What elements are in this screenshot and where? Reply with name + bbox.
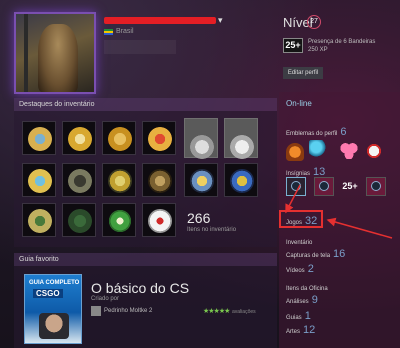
coin-icon [68, 209, 92, 233]
inventory-item[interactable] [142, 121, 176, 155]
guide-title[interactable]: O básico do CS [91, 280, 189, 296]
coin-icon [28, 169, 52, 193]
inventory-item[interactable] [142, 203, 176, 237]
coin-icon [148, 209, 172, 233]
coin-icon [28, 209, 52, 233]
profile-avatar[interactable] [14, 12, 96, 94]
featured-badge-xp: 250 XP [308, 47, 328, 53]
coin-icon [68, 127, 92, 151]
inventory-item-count[interactable]: 266 [187, 210, 210, 226]
stat-artwork[interactable]: Artes 12 [286, 324, 315, 336]
guide-thumb-line2: CSGO [33, 289, 63, 298]
inventory-item[interactable] [184, 163, 218, 197]
profile-country: Brasil [116, 28, 134, 35]
inventory-item[interactable] [102, 163, 136, 197]
inventory-item[interactable] [22, 163, 56, 197]
brazil-flag-icon [104, 29, 113, 35]
stat-inventory[interactable]: Inventário [286, 235, 315, 247]
avatar-figure [38, 24, 78, 92]
stat-games[interactable]: Jogos 32 [286, 215, 317, 227]
name-dropdown-icon[interactable]: ▾ [218, 15, 223, 26]
coin-icon [28, 127, 52, 151]
edit-profile-button[interactable]: Editar perfil [283, 67, 323, 79]
guide-thumbnail[interactable]: GUIA COMPLETO CSGO [24, 274, 82, 344]
inventory-item[interactable] [102, 203, 136, 237]
badge-chicken-icon[interactable] [365, 142, 383, 160]
game-tile-3[interactable] [366, 177, 386, 196]
coin-icon [148, 169, 172, 193]
badge-heart-icon[interactable] [340, 141, 358, 159]
inventory-showcase-header: Destaques do inventário [14, 98, 277, 111]
stat-reviews[interactable]: Análises 9 [286, 294, 318, 306]
avatar-pole [24, 14, 28, 92]
inventory-item-count-label: Itens no inventário [187, 227, 237, 233]
badge-summer-icon[interactable] [286, 143, 304, 161]
inventory-item[interactable] [22, 203, 56, 237]
level-badge[interactable]: 27 [307, 15, 321, 29]
guide-created-by: Criado por [91, 296, 120, 302]
coin-icon [108, 169, 132, 193]
game-tile-1[interactable] [286, 177, 306, 196]
stat-screenshots[interactable]: Capturas de tela 16 [286, 248, 345, 260]
inventory-item[interactable] [22, 121, 56, 155]
guide-author[interactable]: Pedrinho Moltke 2 [104, 308, 152, 314]
coin-icon [108, 209, 132, 233]
featured-badge-name: Presença de 6 Bandeiras [308, 39, 376, 45]
profile-summary [104, 40, 176, 54]
favorite-guide-header: Guia favorito [14, 253, 277, 266]
stat-profile-badges[interactable]: Emblemas do perfil 6 [286, 126, 346, 138]
game-xp-badge[interactable]: 25+ [340, 179, 360, 193]
inventory-item[interactable] [142, 163, 176, 197]
steam-icon [371, 181, 381, 191]
inventory-item[interactable] [224, 118, 258, 159]
stat-workshop-items[interactable]: Itens da Oficina [286, 281, 331, 293]
inventory-item[interactable] [102, 121, 136, 155]
guide-thumb-line1: GUIA COMPLETO [29, 280, 80, 286]
inventory-item[interactable] [224, 163, 258, 197]
guide-thumb-photo [39, 313, 69, 339]
rating-stars-icon: ★★★★★ [203, 308, 230, 315]
rating-label: avaliações [232, 309, 256, 315]
inventory-item[interactable] [62, 203, 96, 237]
steam-icon [291, 181, 301, 191]
profile-name-redacted [104, 17, 216, 24]
coin-icon [230, 135, 254, 159]
coin-icon [68, 169, 92, 193]
author-avatar-icon[interactable] [91, 306, 101, 316]
game-tile-2[interactable] [314, 177, 334, 196]
inventory-item[interactable] [62, 163, 96, 197]
steam-icon [319, 181, 329, 191]
coin-icon [190, 135, 214, 159]
inventory-item[interactable] [184, 118, 218, 159]
featured-badge-icon[interactable]: 25+ [283, 38, 303, 53]
coin-icon [230, 169, 254, 193]
stat-videos[interactable]: Vídeos 2 [286, 263, 314, 275]
inventory-item[interactable] [62, 121, 96, 155]
badge-crystal-icon[interactable] [309, 140, 327, 158]
online-status: On-line [286, 99, 312, 108]
stat-guides[interactable]: Guias 1 [286, 310, 311, 322]
coin-icon [108, 127, 132, 151]
coin-icon [148, 127, 172, 151]
coin-icon [190, 169, 214, 193]
